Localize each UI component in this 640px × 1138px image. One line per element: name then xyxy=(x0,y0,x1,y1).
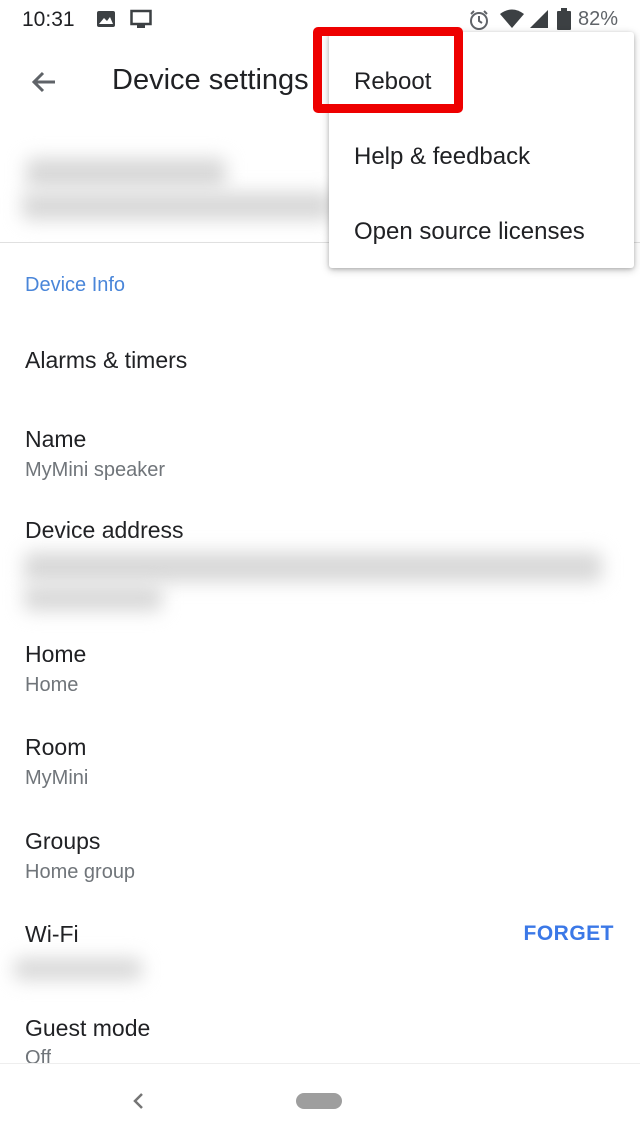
nav-back-icon[interactable] xyxy=(128,1090,148,1117)
name-item-value: MyMini speaker xyxy=(25,459,166,481)
home-item-label[interactable]: Home xyxy=(25,641,86,668)
system-nav-bar xyxy=(0,1063,640,1138)
status-time: 10:31 xyxy=(22,8,75,31)
redacted-device-name xyxy=(26,158,226,188)
name-item-label[interactable]: Name xyxy=(25,426,86,453)
wifi-item-label[interactable]: Wi-Fi xyxy=(25,921,79,948)
groups-item-label[interactable]: Groups xyxy=(25,828,100,855)
cast-icon xyxy=(130,9,152,34)
alarms-timers-item[interactable]: Alarms & timers xyxy=(25,347,187,374)
image-icon xyxy=(96,9,116,34)
groups-item-value: Home group xyxy=(25,861,136,883)
redacted-device-detail xyxy=(22,192,332,220)
reboot-highlight-box xyxy=(313,27,463,113)
battery-icon xyxy=(557,8,571,35)
redacted-device-address xyxy=(24,552,602,582)
page-title: Device settings xyxy=(112,64,309,96)
signal-icon xyxy=(528,9,550,34)
guest-mode-value: Off xyxy=(25,1047,52,1063)
wifi-icon xyxy=(499,9,525,34)
room-item-value: MyMini xyxy=(25,767,89,789)
device-address-label[interactable]: Device address xyxy=(25,517,184,544)
redacted-device-address-2 xyxy=(24,585,162,611)
redacted-wifi-name xyxy=(14,958,142,980)
menu-item-help-feedback[interactable]: Help & feedback xyxy=(354,143,530,171)
guest-mode-label[interactable]: Guest mode xyxy=(25,1015,150,1042)
menu-item-open-source-licenses[interactable]: Open source licenses xyxy=(354,218,585,246)
forget-wifi-button[interactable]: FORGET xyxy=(524,922,615,946)
room-item-label[interactable]: Room xyxy=(25,734,86,761)
battery-percentage: 82% xyxy=(578,8,619,30)
section-header-device-info: Device Info xyxy=(25,274,126,296)
arrow-back-icon[interactable] xyxy=(26,64,62,100)
nav-home-pill[interactable] xyxy=(296,1093,342,1109)
home-item-value: Home xyxy=(25,674,79,696)
